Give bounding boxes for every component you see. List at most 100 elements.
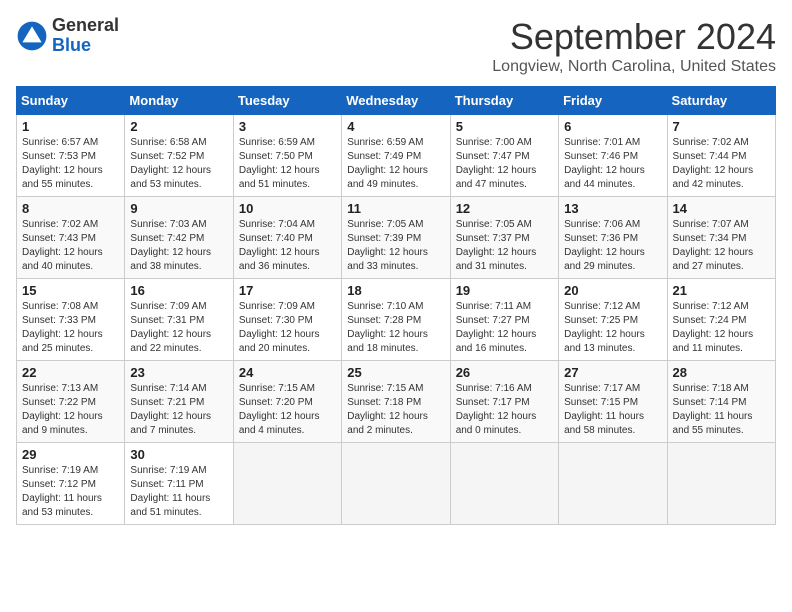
calendar-cell (450, 443, 558, 525)
calendar-cell: 24 Sunrise: 7:15 AM Sunset: 7:20 PM Dayl… (233, 361, 341, 443)
day-info: Sunrise: 6:57 AM Sunset: 7:53 PM Dayligh… (22, 136, 119, 192)
header: General Blue September 2024 Longview, No… (16, 16, 776, 76)
calendar-body: 1 Sunrise: 6:57 AM Sunset: 7:53 PM Dayli… (17, 115, 776, 525)
calendar-cell: 27 Sunrise: 7:17 AM Sunset: 7:15 PM Dayl… (559, 361, 667, 443)
calendar-week-1: 1 Sunrise: 6:57 AM Sunset: 7:53 PM Dayli… (17, 115, 776, 197)
calendar-cell: 16 Sunrise: 7:09 AM Sunset: 7:31 PM Dayl… (125, 279, 233, 361)
calendar-cell: 23 Sunrise: 7:14 AM Sunset: 7:21 PM Dayl… (125, 361, 233, 443)
day-number: 23 (130, 365, 227, 380)
day-info: Sunrise: 7:01 AM Sunset: 7:46 PM Dayligh… (564, 136, 661, 192)
day-number: 30 (130, 447, 227, 462)
day-info: Sunrise: 7:06 AM Sunset: 7:36 PM Dayligh… (564, 218, 661, 274)
day-number: 18 (347, 283, 444, 298)
calendar-cell: 30 Sunrise: 7:19 AM Sunset: 7:11 PM Dayl… (125, 443, 233, 525)
day-number: 2 (130, 119, 227, 134)
day-number: 8 (22, 201, 119, 216)
day-info: Sunrise: 7:02 AM Sunset: 7:44 PM Dayligh… (673, 136, 770, 192)
day-number: 10 (239, 201, 336, 216)
calendar-cell (233, 443, 341, 525)
day-number: 25 (347, 365, 444, 380)
header-cell-tuesday: Tuesday (233, 87, 341, 115)
calendar-cell: 29 Sunrise: 7:19 AM Sunset: 7:12 PM Dayl… (17, 443, 125, 525)
calendar-cell: 19 Sunrise: 7:11 AM Sunset: 7:27 PM Dayl… (450, 279, 558, 361)
calendar-cell: 25 Sunrise: 7:15 AM Sunset: 7:18 PM Dayl… (342, 361, 450, 443)
calendar-cell: 2 Sunrise: 6:58 AM Sunset: 7:52 PM Dayli… (125, 115, 233, 197)
day-info: Sunrise: 7:15 AM Sunset: 7:20 PM Dayligh… (239, 382, 336, 438)
day-number: 26 (456, 365, 553, 380)
calendar-cell: 4 Sunrise: 6:59 AM Sunset: 7:49 PM Dayli… (342, 115, 450, 197)
logo-icon (16, 20, 48, 52)
day-info: Sunrise: 7:11 AM Sunset: 7:27 PM Dayligh… (456, 300, 553, 356)
calendar-cell: 13 Sunrise: 7:06 AM Sunset: 7:36 PM Dayl… (559, 197, 667, 279)
day-info: Sunrise: 7:03 AM Sunset: 7:42 PM Dayligh… (130, 218, 227, 274)
day-number: 22 (22, 365, 119, 380)
day-number: 3 (239, 119, 336, 134)
day-info: Sunrise: 7:15 AM Sunset: 7:18 PM Dayligh… (347, 382, 444, 438)
calendar-cell: 8 Sunrise: 7:02 AM Sunset: 7:43 PM Dayli… (17, 197, 125, 279)
logo-general: General (52, 15, 119, 35)
calendar-cell (667, 443, 775, 525)
day-number: 17 (239, 283, 336, 298)
day-info: Sunrise: 7:00 AM Sunset: 7:47 PM Dayligh… (456, 136, 553, 192)
day-number: 21 (673, 283, 770, 298)
day-info: Sunrise: 7:13 AM Sunset: 7:22 PM Dayligh… (22, 382, 119, 438)
day-info: Sunrise: 7:12 AM Sunset: 7:24 PM Dayligh… (673, 300, 770, 356)
day-info: Sunrise: 7:09 AM Sunset: 7:31 PM Dayligh… (130, 300, 227, 356)
day-number: 29 (22, 447, 119, 462)
day-info: Sunrise: 7:02 AM Sunset: 7:43 PM Dayligh… (22, 218, 119, 274)
day-info: Sunrise: 7:10 AM Sunset: 7:28 PM Dayligh… (347, 300, 444, 356)
calendar-cell: 3 Sunrise: 6:59 AM Sunset: 7:50 PM Dayli… (233, 115, 341, 197)
header-cell-sunday: Sunday (17, 87, 125, 115)
day-number: 11 (347, 201, 444, 216)
calendar-header-row: SundayMondayTuesdayWednesdayThursdayFrid… (17, 87, 776, 115)
day-number: 9 (130, 201, 227, 216)
logo: General Blue (16, 16, 119, 56)
calendar-cell: 9 Sunrise: 7:03 AM Sunset: 7:42 PM Dayli… (125, 197, 233, 279)
day-info: Sunrise: 7:19 AM Sunset: 7:11 PM Dayligh… (130, 464, 227, 520)
day-info: Sunrise: 7:07 AM Sunset: 7:34 PM Dayligh… (673, 218, 770, 274)
day-number: 1 (22, 119, 119, 134)
day-info: Sunrise: 7:18 AM Sunset: 7:14 PM Dayligh… (673, 382, 770, 438)
day-number: 24 (239, 365, 336, 380)
day-number: 28 (673, 365, 770, 380)
day-number: 7 (673, 119, 770, 134)
day-number: 4 (347, 119, 444, 134)
calendar-week-2: 8 Sunrise: 7:02 AM Sunset: 7:43 PM Dayli… (17, 197, 776, 279)
calendar-cell: 11 Sunrise: 7:05 AM Sunset: 7:39 PM Dayl… (342, 197, 450, 279)
day-info: Sunrise: 7:05 AM Sunset: 7:39 PM Dayligh… (347, 218, 444, 274)
header-cell-thursday: Thursday (450, 87, 558, 115)
day-info: Sunrise: 7:14 AM Sunset: 7:21 PM Dayligh… (130, 382, 227, 438)
day-info: Sunrise: 6:59 AM Sunset: 7:50 PM Dayligh… (239, 136, 336, 192)
day-number: 20 (564, 283, 661, 298)
day-info: Sunrise: 7:09 AM Sunset: 7:30 PM Dayligh… (239, 300, 336, 356)
header-cell-friday: Friday (559, 87, 667, 115)
calendar-table: SundayMondayTuesdayWednesdayThursdayFrid… (16, 86, 776, 525)
day-info: Sunrise: 7:05 AM Sunset: 7:37 PM Dayligh… (456, 218, 553, 274)
calendar-cell: 22 Sunrise: 7:13 AM Sunset: 7:22 PM Dayl… (17, 361, 125, 443)
day-info: Sunrise: 7:08 AM Sunset: 7:33 PM Dayligh… (22, 300, 119, 356)
calendar-cell (559, 443, 667, 525)
calendar-cell: 17 Sunrise: 7:09 AM Sunset: 7:30 PM Dayl… (233, 279, 341, 361)
day-number: 14 (673, 201, 770, 216)
day-number: 6 (564, 119, 661, 134)
calendar-week-5: 29 Sunrise: 7:19 AM Sunset: 7:12 PM Dayl… (17, 443, 776, 525)
day-info: Sunrise: 7:19 AM Sunset: 7:12 PM Dayligh… (22, 464, 119, 520)
calendar-cell: 6 Sunrise: 7:01 AM Sunset: 7:46 PM Dayli… (559, 115, 667, 197)
logo-blue: Blue (52, 35, 91, 55)
day-number: 15 (22, 283, 119, 298)
day-info: Sunrise: 7:16 AM Sunset: 7:17 PM Dayligh… (456, 382, 553, 438)
calendar-cell: 26 Sunrise: 7:16 AM Sunset: 7:17 PM Dayl… (450, 361, 558, 443)
day-number: 16 (130, 283, 227, 298)
calendar-week-4: 22 Sunrise: 7:13 AM Sunset: 7:22 PM Dayl… (17, 361, 776, 443)
month-title: September 2024 (492, 16, 776, 58)
header-cell-monday: Monday (125, 87, 233, 115)
calendar-cell (342, 443, 450, 525)
calendar-cell: 14 Sunrise: 7:07 AM Sunset: 7:34 PM Dayl… (667, 197, 775, 279)
calendar-cell: 21 Sunrise: 7:12 AM Sunset: 7:24 PM Dayl… (667, 279, 775, 361)
calendar-cell: 28 Sunrise: 7:18 AM Sunset: 7:14 PM Dayl… (667, 361, 775, 443)
header-cell-saturday: Saturday (667, 87, 775, 115)
day-info: Sunrise: 7:12 AM Sunset: 7:25 PM Dayligh… (564, 300, 661, 356)
day-number: 12 (456, 201, 553, 216)
day-number: 27 (564, 365, 661, 380)
calendar-cell: 5 Sunrise: 7:00 AM Sunset: 7:47 PM Dayli… (450, 115, 558, 197)
